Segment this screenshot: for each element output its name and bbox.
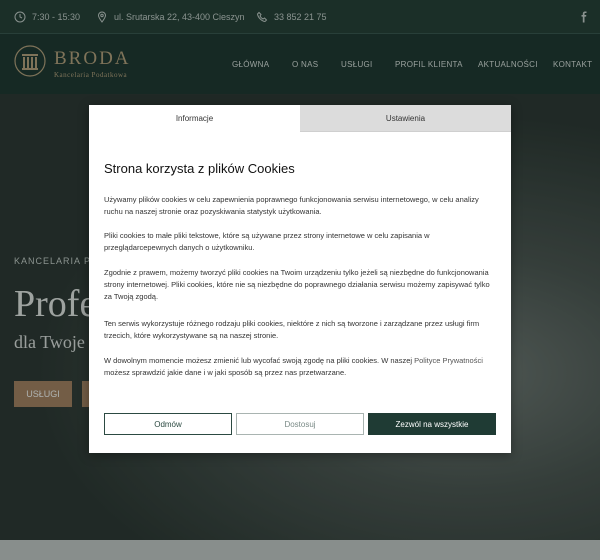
- decline-button[interactable]: Odmów: [104, 413, 232, 435]
- cookie-paragraph-5: W dowolnym momencie możesz zmienić lub w…: [104, 355, 496, 379]
- customize-button[interactable]: Dostosuj: [236, 413, 364, 435]
- cookie-consent-dialog: Informacje Ustawienia Strona korzysta z …: [89, 105, 511, 453]
- cookie-tabs: Informacje Ustawienia: [89, 105, 511, 132]
- privacy-policy-link[interactable]: Polityce Prywatności: [414, 356, 483, 365]
- cookie-paragraph-5-end: możesz sprawdzić jakie dane i w jaki spo…: [104, 368, 347, 377]
- cookie-dialog-title: Strona korzysta z plików Cookies: [104, 161, 295, 176]
- tab-information[interactable]: Informacje: [89, 105, 300, 131]
- cookie-paragraph-5-start: W dowolnym momencie możesz zmienić lub w…: [104, 356, 415, 365]
- cookie-paragraph-4: Ten serwis wykorzystuje różnego rodzaju …: [104, 319, 480, 340]
- cookie-paragraph-2: Pliki cookies to małe pliki tekstowe, kt…: [104, 231, 430, 252]
- cookie-paragraph-1: Używamy plików cookies w celu zapewnieni…: [104, 195, 479, 216]
- cookie-paragraph-3: Zgodnie z prawem, możemy tworzyć pliki c…: [104, 268, 490, 301]
- tab-settings[interactable]: Ustawienia: [300, 105, 511, 132]
- allow-all-button[interactable]: Zezwól na wszystkie: [368, 413, 496, 435]
